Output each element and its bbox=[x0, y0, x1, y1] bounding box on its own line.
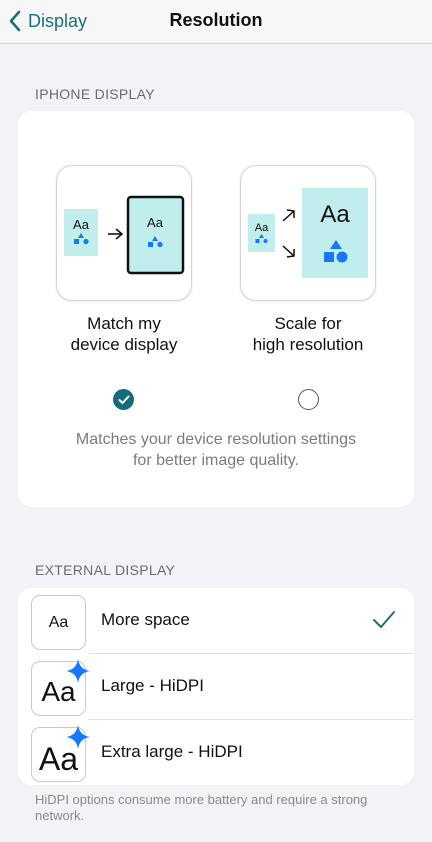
sparkle-icon bbox=[66, 725, 90, 749]
scale-high-res-radio[interactable] bbox=[298, 389, 319, 410]
more-space-label: More space bbox=[101, 610, 190, 629]
extra-large-hidpi-label: Extra large - HiDPI bbox=[101, 742, 243, 761]
checkmark-icon bbox=[118, 395, 129, 404]
match-device-illustration: Aa Aa bbox=[64, 195, 185, 275]
checkmark-icon bbox=[373, 611, 395, 628]
extra-large-hidpi-icon: Aa bbox=[31, 725, 90, 782]
large-hidpi-label: Large - HiDPI bbox=[101, 676, 204, 695]
resolution-description: Matches your device resolution settings … bbox=[75, 431, 357, 469]
sparkle-icon bbox=[66, 659, 90, 683]
scale-high-res-option-tile[interactable]: Aa Aa bbox=[240, 165, 376, 301]
option-extra-large-hidpi[interactable]: Aa Extra large - HiDPI bbox=[18, 720, 414, 785]
match-device-radio[interactable] bbox=[113, 389, 134, 410]
tile-small-aa: Aa bbox=[73, 217, 90, 232]
more-space-icon: Aa bbox=[31, 595, 86, 650]
page-title: Resolution bbox=[169, 10, 263, 30]
svg-text:Aa: Aa bbox=[255, 222, 269, 234]
svg-text:Aa: Aa bbox=[320, 201, 350, 228]
hidpi-footer-note: HiDPI options consume more battery and r… bbox=[35, 792, 368, 823]
match-device-option-tile[interactable]: Aa Aa bbox=[56, 165, 192, 301]
iphone-display-header: IPHONE DISPLAY bbox=[35, 86, 155, 102]
option-more-space[interactable]: Aa More space bbox=[18, 588, 414, 654]
option-large-hidpi[interactable]: Aa Large - HiDPI bbox=[18, 654, 414, 720]
match-device-label: Match my device display bbox=[70, 314, 178, 354]
iphone-display-card: Aa Aa Aa Aa Match my device display Scal… bbox=[18, 111, 414, 507]
navigation-bar: Display Resolution bbox=[0, 0, 432, 44]
external-display-card: Aa More space Aa Large - HiDPI Aa Extra … bbox=[18, 588, 414, 785]
scale-high-res-label: Scale for high resolution bbox=[252, 314, 364, 354]
svg-text:Aa: Aa bbox=[147, 215, 164, 230]
scale-high-res-illustration: Aa Aa bbox=[248, 188, 368, 278]
external-display-header: EXTERNAL DISPLAY bbox=[35, 562, 176, 578]
large-hidpi-icon: Aa bbox=[31, 659, 90, 716]
